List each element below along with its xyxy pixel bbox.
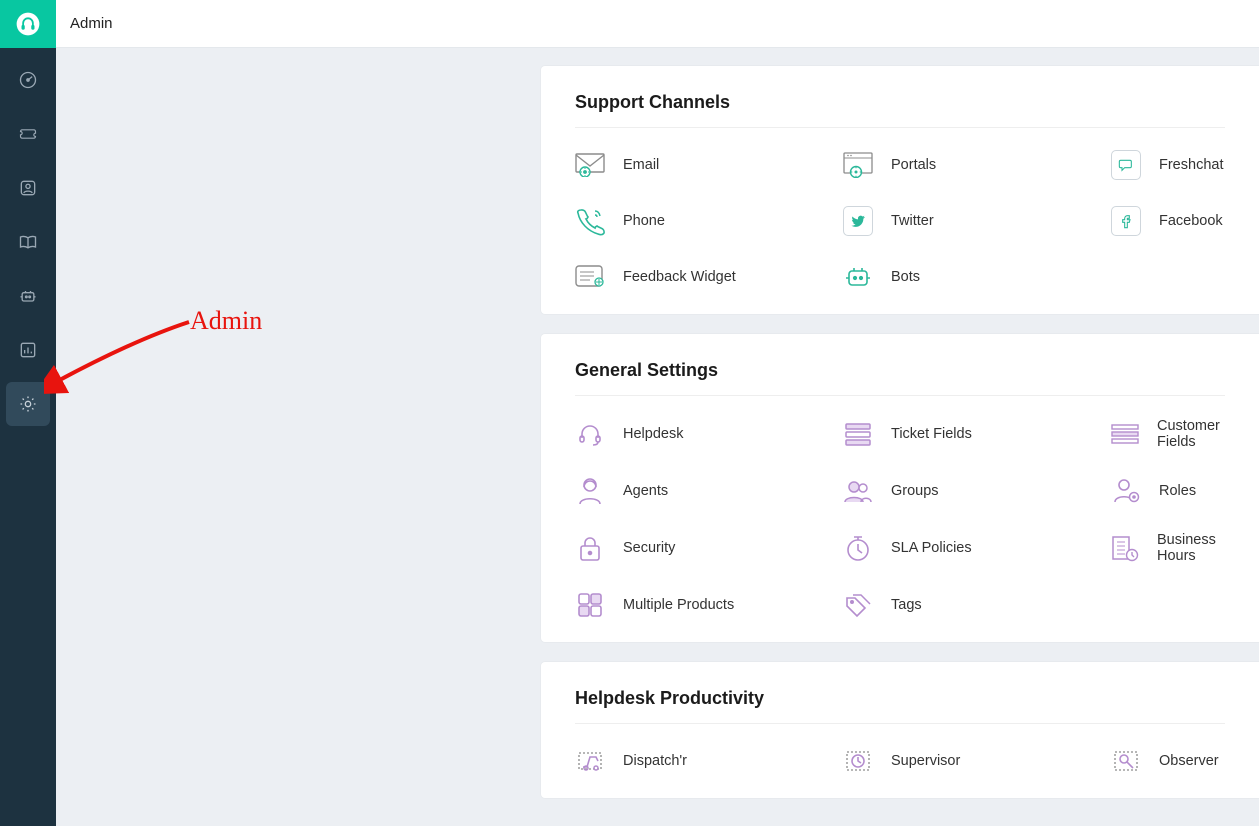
facebook-icon — [1111, 206, 1141, 236]
item-label: Twitter — [891, 213, 934, 229]
item-twitter[interactable]: Twitter — [843, 206, 1111, 236]
nav-reports[interactable] — [6, 328, 50, 372]
multiple-products-icon — [575, 590, 605, 620]
roles-icon — [1111, 476, 1141, 506]
ticket-icon — [18, 124, 38, 144]
item-phone[interactable]: Phone — [575, 206, 843, 236]
helpdesk-icon — [575, 419, 605, 449]
robot-icon — [18, 286, 38, 306]
item-security[interactable]: Security — [575, 532, 843, 564]
freshchat-icon — [1111, 150, 1141, 180]
business-hours-icon — [1111, 533, 1139, 563]
item-observer[interactable]: Observer — [1111, 746, 1225, 776]
item-facebook[interactable]: Facebook — [1111, 206, 1225, 236]
gauge-icon — [18, 70, 38, 90]
observer-icon — [1111, 746, 1141, 776]
tags-icon — [843, 590, 873, 620]
item-multiple-products[interactable]: Multiple Products — [575, 590, 843, 620]
item-label: Bots — [891, 269, 920, 285]
item-freshchat[interactable]: Freshchat — [1111, 150, 1225, 180]
panel-title-general: General Settings — [575, 360, 1225, 396]
portals-icon — [843, 150, 873, 180]
item-business-hours[interactable]: Business Hours — [1111, 532, 1225, 564]
item-label: Business Hours — [1157, 532, 1225, 564]
item-label: Helpdesk — [623, 426, 683, 442]
agents-icon — [575, 476, 605, 506]
dispatchr-icon — [575, 746, 605, 776]
chart-icon — [18, 340, 38, 360]
item-customer-fields[interactable]: Customer Fields — [1111, 418, 1225, 450]
email-icon — [575, 150, 605, 180]
supervisor-icon — [843, 746, 873, 776]
item-label: Phone — [623, 213, 665, 229]
nav-dashboard[interactable] — [6, 58, 50, 102]
book-icon — [18, 232, 38, 252]
sidebar — [0, 0, 56, 826]
panel-general-settings: General Settings Helpdesk Ticket Fields — [541, 334, 1259, 642]
item-label: Groups — [891, 483, 939, 499]
sla-icon — [843, 533, 873, 563]
item-dispatchr[interactable]: Dispatch'r — [575, 746, 843, 776]
phone-icon — [575, 206, 605, 236]
headset-icon — [15, 11, 41, 37]
page-header: Admin — [56, 0, 1259, 48]
customer-fields-icon — [1111, 419, 1139, 449]
item-label: Security — [623, 540, 675, 556]
item-supervisor[interactable]: Supervisor — [843, 746, 1111, 776]
nav-tickets[interactable] — [6, 112, 50, 156]
panel-title-support: Support Channels — [575, 92, 1225, 128]
item-label: Observer — [1159, 753, 1219, 769]
panel-title-productivity: Helpdesk Productivity — [575, 688, 1225, 724]
item-label: Tags — [891, 597, 922, 613]
item-label: Feedback Widget — [623, 269, 736, 285]
item-label: Agents — [623, 483, 668, 499]
app-logo[interactable] — [0, 0, 56, 48]
nav-admin[interactable] — [6, 382, 50, 426]
gear-icon — [18, 394, 38, 414]
twitter-icon — [843, 206, 873, 236]
item-label: Supervisor — [891, 753, 960, 769]
ticket-fields-icon — [843, 419, 873, 449]
item-feedback-widget[interactable]: Feedback Widget — [575, 262, 843, 292]
page-title: Admin — [70, 15, 113, 32]
item-roles[interactable]: Roles — [1111, 476, 1225, 506]
item-label: Freshchat — [1159, 157, 1223, 173]
item-label: Dispatch'r — [623, 753, 687, 769]
groups-icon — [843, 476, 873, 506]
panel-support-channels: Support Channels Email Portals — [541, 66, 1259, 314]
item-bots[interactable]: Bots — [843, 262, 1111, 292]
item-portals[interactable]: Portals — [843, 150, 1111, 180]
item-sla-policies[interactable]: SLA Policies — [843, 532, 1111, 564]
item-groups[interactable]: Groups — [843, 476, 1111, 506]
item-label: Roles — [1159, 483, 1196, 499]
bots-icon — [843, 262, 873, 292]
security-icon — [575, 533, 605, 563]
item-label: Portals — [891, 157, 936, 173]
item-label: Facebook — [1159, 213, 1223, 229]
nav-forums[interactable] — [6, 274, 50, 318]
item-label: Customer Fields — [1157, 418, 1225, 450]
item-helpdesk[interactable]: Helpdesk — [575, 418, 843, 450]
item-label: Multiple Products — [623, 597, 734, 613]
item-label: Ticket Fields — [891, 426, 972, 442]
item-agents[interactable]: Agents — [575, 476, 843, 506]
item-label: Email — [623, 157, 659, 173]
item-label: SLA Policies — [891, 540, 972, 556]
item-ticket-fields[interactable]: Ticket Fields — [843, 418, 1111, 450]
panel-productivity: Helpdesk Productivity Dispatch'r Supervi… — [541, 662, 1259, 798]
main-area: Support Channels Email Portals — [56, 48, 1259, 826]
feedback-icon — [575, 262, 605, 292]
contact-icon — [18, 178, 38, 198]
item-tags[interactable]: Tags — [843, 590, 1111, 620]
nav-solutions[interactable] — [6, 220, 50, 264]
nav-contacts[interactable] — [6, 166, 50, 210]
item-email[interactable]: Email — [575, 150, 843, 180]
